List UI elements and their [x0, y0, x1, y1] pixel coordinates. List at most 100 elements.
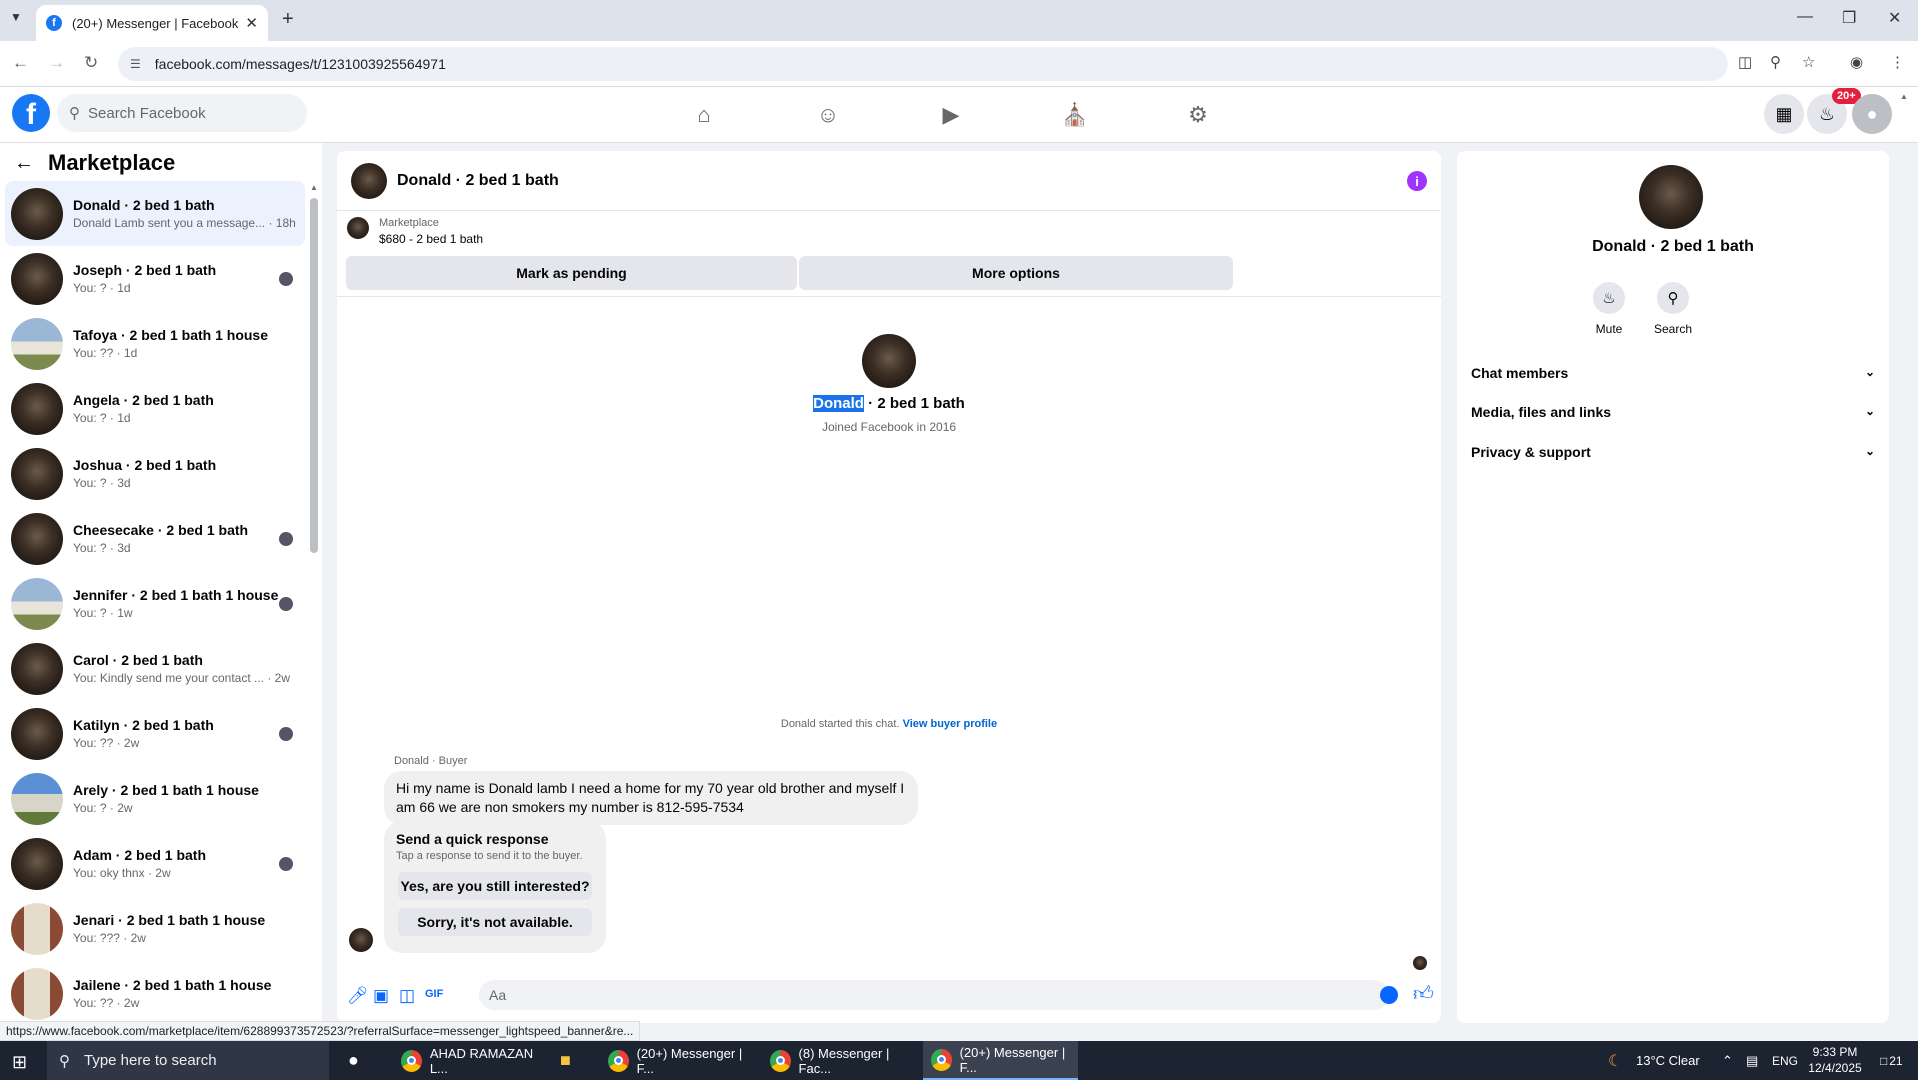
facebook-search-input[interactable]: ⚲ Search Facebook [57, 94, 307, 132]
marketplace-icon[interactable]: ⛪ [1061, 101, 1089, 129]
windows-taskbar: ⊞ ⚲ Type here to search ● AHAD RAMAZAN L… [0, 1041, 1918, 1080]
sidebar-scrollbar[interactable] [310, 198, 318, 553]
conversation-item[interactable]: Katilyn · 2 bed 1 bath You: ?? · 2w [5, 701, 305, 766]
scroll-up-arrow-icon[interactable]: ▲ [310, 183, 318, 192]
browser-titlebar: ▼ f (20+) Messenger | Facebook ✕ + — ❐ ✕ [0, 0, 1918, 41]
info-avatar[interactable] [1639, 165, 1703, 229]
clock-time: 9:33 PM [1812, 1045, 1858, 1059]
bookmark-star-icon[interactable]: ☆ [1802, 53, 1815, 71]
gaming-icon[interactable]: ⚙ [1184, 101, 1212, 129]
conversation-item[interactable]: Cheesecake · 2 bed 1 bath You: ? · 3d [5, 506, 305, 571]
section-privacy-support[interactable]: Privacy & support ⌄ [1471, 444, 1875, 460]
taskbar-app-chrome-1[interactable]: AHAD RAMAZAN L... [393, 1041, 548, 1080]
page-scroll-up-icon[interactable]: ▲ [1900, 92, 1908, 101]
more-options-button[interactable]: More options [799, 256, 1233, 290]
taskbar-app-chrome-4[interactable]: (20+) Messenger | F... [923, 1041, 1078, 1080]
section-chat-members[interactable]: Chat members ⌄ [1471, 365, 1875, 381]
profile-icon[interactable]: ◉ [1850, 53, 1863, 71]
conversation-item[interactable]: Tafoya · 2 bed 1 bath 1 house You: ?? · 1… [5, 311, 305, 376]
chrome-icon [770, 1049, 791, 1072]
windows-start-icon[interactable]: ⊞ [12, 1052, 27, 1073]
chrome-icon [931, 1048, 952, 1071]
file-explorer-icon[interactable]: ■ [560, 1041, 571, 1080]
profile-avatar[interactable] [862, 334, 916, 388]
chevron-down-icon: ⌄ [1864, 365, 1875, 379]
taskbar-app-chrome-3[interactable]: (8) Messenger | Fac... [762, 1041, 917, 1080]
conversation-item[interactable]: Adam · 2 bed 1 bath You: oky thnx · 2w [5, 831, 305, 896]
microphone-icon[interactable]: 🎤︎ [347, 986, 369, 1006]
message-input-placeholder: Aa [489, 987, 507, 1003]
sticker-icon[interactable]: ◫ [399, 986, 415, 1006]
app-icon[interactable]: ● [348, 1041, 359, 1080]
emoji-icon[interactable] [1380, 986, 1398, 1004]
close-tab-icon[interactable]: ✕ [245, 14, 258, 32]
chevron-down-icon: ⌄ [1864, 404, 1875, 418]
weather-text[interactable]: 13°C Clear [1636, 1041, 1700, 1080]
zoom-icon[interactable]: ⚲ [1770, 53, 1781, 71]
back-arrow-icon[interactable]: ← [14, 152, 34, 175]
reload-icon[interactable]: ↻ [84, 53, 98, 73]
conversation-item[interactable]: Arely · 2 bed 1 bath 1 house You: ? · 2w [5, 766, 305, 831]
tab-search-icon[interactable]: ▼ [10, 10, 22, 24]
forward-icon[interactable]: → [48, 53, 65, 73]
mute-label: Mute [1595, 322, 1623, 336]
message-input[interactable]: Aa [479, 980, 1389, 1010]
account-avatar[interactable]: ● [1852, 94, 1892, 134]
chat-avatar[interactable] [351, 162, 387, 199]
search-action[interactable]: ⚲ Search [1643, 282, 1703, 336]
section-media-files-links[interactable]: Media, files and links ⌄ [1471, 404, 1875, 420]
conversation-item[interactable]: Joseph · 2 bed 1 bath You: ? · 1d [5, 246, 305, 311]
install-app-icon[interactable]: ◫ [1738, 53, 1752, 71]
chat-title[interactable]: Donald · 2 bed 1 bath [397, 172, 559, 190]
conversation-item[interactable]: Jailene · 2 bed 1 bath 1 house You: ?? · … [5, 961, 305, 1026]
gif-icon[interactable]: GIF [425, 988, 443, 1000]
site-info-icon[interactable]: ☰ [130, 57, 141, 71]
bell-icon[interactable]: ♨ [1593, 282, 1625, 314]
conversation-item[interactable]: Donald · 2 bed 1 bath Donald Lamb sent yo… [5, 181, 305, 246]
new-tab-icon[interactable]: + [282, 8, 294, 31]
home-icon[interactable]: ⌂ [690, 101, 718, 129]
conversation-preview: Donald Lamb sent you a message... · 18h [73, 216, 296, 230]
language-indicator[interactable]: ENG [1772, 1041, 1798, 1080]
search-icon: ⚲ [59, 1052, 70, 1070]
conversation-preview: You: ? · 1d [73, 281, 131, 295]
notification-center-icon[interactable]: □ 21 [1880, 1041, 1903, 1080]
quick-reply-not-available-button[interactable]: Sorry, it's not available. [398, 908, 592, 936]
conversation-item[interactable]: Angela · 2 bed 1 bath You: ? · 1d [5, 376, 305, 441]
attach-photo-icon[interactable]: ▣ [373, 986, 389, 1006]
search-icon[interactable]: ⚲ [1657, 282, 1689, 314]
url-bar[interactable]: ☰ facebook.com/messages/t/12310039255649… [118, 47, 1728, 81]
message-bubble[interactable]: Hi my name is Donald lamb I need a home … [384, 771, 918, 825]
system-clock[interactable]: 9:33 PM 12/4/2025 [1800, 1044, 1870, 1076]
info-name: Donald · 2 bed 1 bath [1592, 238, 1754, 255]
conversation-item[interactable]: Jenari · 2 bed 1 bath 1 house You: ??? · … [5, 896, 305, 961]
close-window-icon[interactable]: ✕ [1888, 8, 1901, 28]
conversation-name: Adam · 2 bed 1 bath [73, 847, 207, 863]
menu-dots-icon[interactable]: ⋮ [1890, 53, 1905, 71]
conversation-item[interactable]: Carol · 2 bed 1 bath You: Kindly send me … [5, 636, 305, 701]
weather-icon[interactable]: ☾ [1608, 1041, 1622, 1080]
taskbar-app-chrome-2[interactable]: (20+) Messenger | F... [600, 1041, 755, 1080]
network-icon[interactable]: ▤ [1746, 1041, 1758, 1080]
browser-tab[interactable]: f (20+) Messenger | Facebook ✕ [36, 5, 268, 41]
conversation-avatar [11, 837, 63, 890]
video-icon[interactable]: ▶ [937, 101, 965, 129]
minimize-icon[interactable]: — [1797, 8, 1813, 26]
thumbs-up-icon[interactable]: 👍︎ [1413, 982, 1434, 1006]
taskbar-search-input[interactable]: ⚲ Type here to search [47, 1041, 329, 1080]
mute-action[interactable]: ♨ Mute [1579, 282, 1639, 336]
show-hidden-icons-icon[interactable]: ⌃ [1722, 1041, 1733, 1080]
conversation-item[interactable]: Joshua · 2 bed 1 bath You: ? · 3d [5, 441, 305, 506]
menu-grid-icon[interactable]: ▦ [1764, 94, 1804, 134]
quick-reply-still-interested-button[interactable]: Yes, are you still interested? [398, 872, 592, 900]
mark-as-pending-button[interactable]: Mark as pending [346, 256, 797, 290]
info-icon[interactable]: i [1407, 171, 1427, 191]
chat-intro-profile: Donald · 2 bed 1 bath Joined Facebook in… [337, 334, 1441, 434]
restore-icon[interactable]: ❐ [1842, 8, 1856, 28]
back-icon[interactable]: ← [12, 53, 29, 73]
friends-icon[interactable]: ☺ [814, 101, 842, 129]
facebook-logo[interactable]: f [12, 94, 50, 132]
view-buyer-profile-link[interactable]: View buyer profile [903, 718, 998, 730]
conversation-item[interactable]: Jennifer · 2 bed 1 bath 1 house You: ? · … [5, 571, 305, 636]
listing-banner[interactable]: Marketplace $680 - 2 bed 1 bath [347, 217, 483, 246]
